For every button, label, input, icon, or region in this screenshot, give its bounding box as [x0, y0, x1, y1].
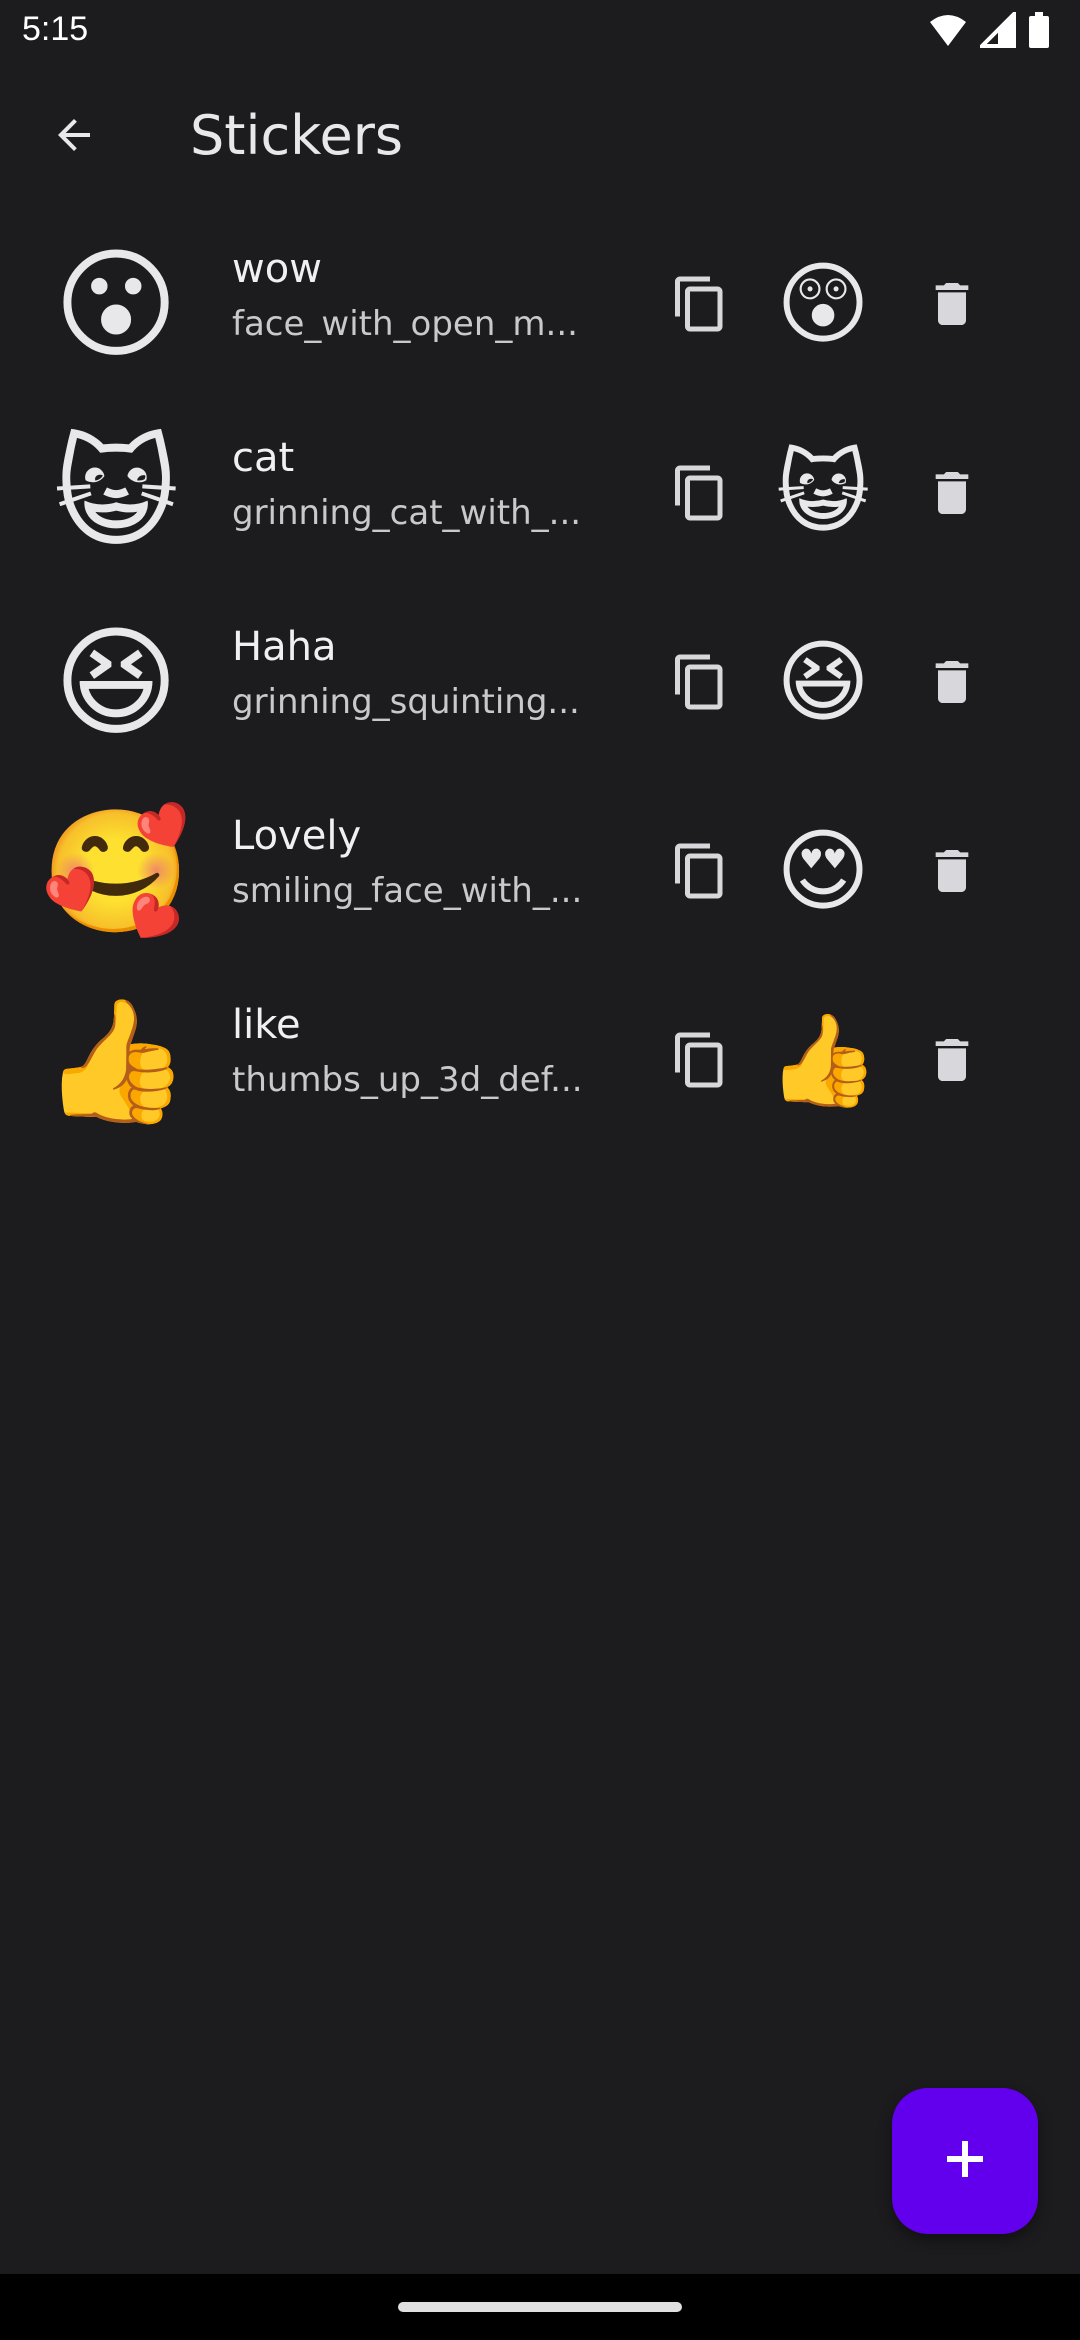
navigation-bar: [0, 2274, 1080, 2340]
status-bar: 5:15: [0, 0, 1080, 66]
sticker-image: 😮: [53, 236, 179, 375]
sticker-row-2[interactable]: 😆 Haha grinning_squinting... 😆: [0, 600, 1080, 789]
sticker-image: 😆: [53, 614, 179, 753]
sticker-image: 🥰: [41, 803, 191, 942]
sticker-image: 👍: [41, 992, 191, 1131]
sticker-name: Haha: [232, 624, 337, 670]
plus-icon: [941, 2135, 989, 2187]
top-app-bar: Stickers: [0, 66, 1080, 206]
delete-button[interactable]: [914, 646, 990, 722]
status-icons: [928, 9, 1050, 52]
signal-icon: [977, 9, 1016, 52]
delete-button[interactable]: [914, 268, 990, 344]
emoji-preview: 😺: [776, 441, 870, 546]
back-button[interactable]: [34, 102, 114, 172]
trash-icon: [924, 1032, 980, 1092]
copy-icon: [670, 1030, 730, 1094]
copy-icon: [670, 652, 730, 716]
sticker-text: Haha grinning_squinting...: [232, 624, 612, 722]
copy-button[interactable]: [662, 835, 738, 911]
emoji-preview: 👍: [766, 1008, 880, 1113]
trash-icon: [924, 465, 980, 525]
sticker-row-4[interactable]: 👍 like thumbs_up_3d_def... 👍: [0, 978, 1080, 1167]
copy-button[interactable]: [662, 457, 738, 533]
copy-button[interactable]: [662, 1024, 738, 1100]
trash-icon: [924, 843, 980, 903]
home-handle[interactable]: [398, 2302, 682, 2312]
copy-button[interactable]: [662, 268, 738, 344]
sticker-code: smiling_face_with_...: [232, 871, 583, 911]
emoji-preview: 😆: [776, 630, 870, 735]
arrow-back-icon: [50, 111, 98, 163]
delete-button[interactable]: [914, 1024, 990, 1100]
sticker-code: grinning_cat_with_...: [232, 493, 582, 533]
emoji-preview: 😍: [776, 819, 870, 924]
battery-icon: [1028, 12, 1050, 52]
copy-icon: [670, 274, 730, 338]
sticker-text: Lovely smiling_face_with_...: [232, 813, 612, 911]
sticker-code: face_with_open_m...: [232, 304, 578, 344]
sticker-list: 😮 wow face_with_open_m... 😲 😺 cat grinni…: [0, 222, 1080, 1167]
sticker-code: thumbs_up_3d_def...: [232, 1060, 583, 1100]
sticker-text: wow face_with_open_m...: [232, 246, 612, 344]
add-sticker-button[interactable]: [892, 2088, 1038, 2234]
wifi-icon: [928, 12, 968, 52]
sticker-name: Lovely: [232, 813, 362, 859]
sticker-row-3[interactable]: 🥰 Lovely smiling_face_with_... 😍: [0, 789, 1080, 978]
status-time: 5:15: [22, 10, 89, 48]
copy-icon: [670, 463, 730, 527]
sticker-image: 😺: [53, 425, 179, 564]
page-title: Stickers: [190, 104, 404, 167]
sticker-text: like thumbs_up_3d_def...: [232, 1002, 612, 1100]
stickers-screen: 5:15 Stickers 😮 wow face_with_open_m... …: [0, 0, 1080, 2340]
sticker-name: like: [232, 1002, 301, 1048]
delete-button[interactable]: [914, 835, 990, 911]
copy-button[interactable]: [662, 646, 738, 722]
trash-icon: [924, 276, 980, 336]
emoji-preview: 😲: [776, 252, 870, 357]
sticker-name: cat: [232, 435, 295, 481]
sticker-row-0[interactable]: 😮 wow face_with_open_m... 😲: [0, 222, 1080, 411]
copy-icon: [670, 841, 730, 905]
sticker-text: cat grinning_cat_with_...: [232, 435, 612, 533]
sticker-code: grinning_squinting...: [232, 682, 580, 722]
trash-icon: [924, 654, 980, 714]
delete-button[interactable]: [914, 457, 990, 533]
sticker-row-1[interactable]: 😺 cat grinning_cat_with_... 😺: [0, 411, 1080, 600]
sticker-name: wow: [232, 246, 322, 292]
